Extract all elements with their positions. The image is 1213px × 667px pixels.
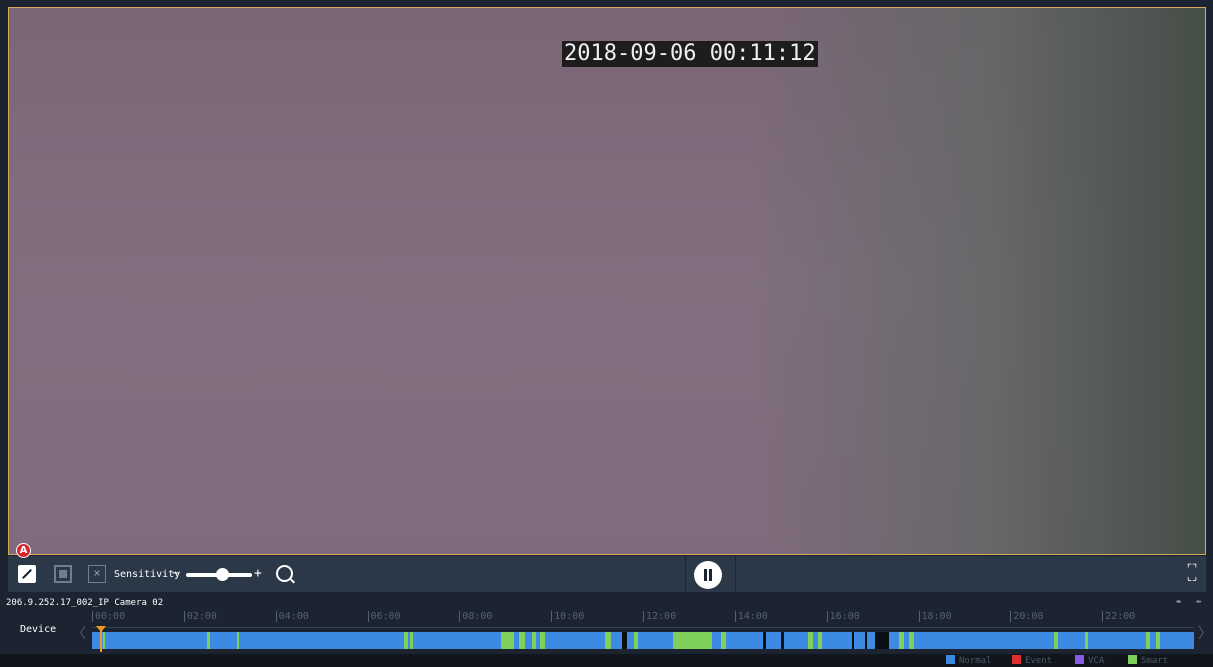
time-tick: 08:00 — [459, 611, 492, 622]
smart-recording-segment[interactable] — [605, 632, 611, 649]
legend-label: Normal — [959, 656, 992, 666]
time-tick: 02:00 — [183, 611, 217, 622]
legend-swatch — [946, 655, 955, 664]
video-player[interactable]: 2018-09-06 00:11:12 — [8, 7, 1206, 555]
legend-item: Smart — [1128, 655, 1168, 667]
smart-recording-segment[interactable] — [519, 632, 525, 649]
legend-item: VCA — [1075, 655, 1104, 667]
recording-bar[interactable] — [92, 632, 1194, 649]
zoom-out-icon[interactable]: ⇼ — [1176, 597, 1181, 607]
smart-recording-segment[interactable] — [633, 632, 639, 649]
smart-recording-segment[interactable] — [818, 632, 823, 649]
smart-recording-segment[interactable] — [409, 632, 414, 649]
legend-label: Event — [1025, 656, 1053, 666]
divider — [735, 556, 736, 592]
smart-recording-segment[interactable] — [899, 632, 904, 649]
legend-item: Event — [1012, 655, 1052, 667]
legend: Normal Event VCA Smart — [0, 654, 1213, 667]
smart-recording-segment[interactable] — [102, 632, 106, 649]
empty-recording-segment[interactable] — [622, 632, 627, 649]
time-tick: 12:00 — [643, 611, 676, 622]
osd-timestamp: 2018-09-06 00:11:12 — [562, 41, 818, 67]
time-tick: 20:00 — [1010, 611, 1043, 622]
smart-recording-segment[interactable] — [1145, 632, 1151, 649]
smart-recording-segment[interactable] — [909, 632, 914, 649]
empty-recording-segment[interactable] — [874, 632, 889, 649]
smart-recording-segment[interactable] — [1053, 632, 1058, 649]
pause-icon[interactable] — [694, 561, 722, 589]
draw-area-icon[interactable] — [18, 565, 36, 583]
ruler-line — [92, 627, 1194, 628]
smart-recording-segment[interactable] — [404, 632, 408, 649]
time-tick: 22:00 — [1102, 611, 1135, 622]
camera-name: 206.9.252.17_002_IP Camera 02 — [6, 598, 164, 608]
legend-item: Normal — [946, 655, 992, 667]
clear-region-icon[interactable]: × — [88, 565, 106, 583]
legend-swatch — [1128, 655, 1137, 664]
empty-recording-segment[interactable] — [780, 632, 784, 649]
legend-label: Smart — [1141, 656, 1169, 666]
select-region-icon[interactable] — [54, 565, 72, 583]
playback-toolbar: × Sensitivity − + ⌜⌝ ⌞⌟ — [8, 556, 1206, 592]
timeline-row-label: Device — [20, 624, 57, 635]
search-icon[interactable] — [276, 565, 293, 582]
legend-swatch — [1075, 655, 1084, 664]
empty-recording-segment[interactable] — [851, 632, 855, 649]
smart-recording-segment[interactable] — [808, 632, 813, 649]
smart-recording-segment[interactable] — [206, 632, 210, 649]
divider — [685, 556, 686, 592]
empty-recording-segment[interactable] — [864, 632, 868, 649]
zoom-in-icon[interactable]: ⇹ — [1196, 597, 1201, 607]
chevron-left-icon[interactable]: 〈 — [72, 623, 86, 643]
time-ruler: 00:00 02:00 04:00 06:00 08:00 10:00 12:00 14:00… — [92, 611, 1194, 627]
legend-swatch — [1012, 655, 1021, 664]
smart-recording-segment[interactable] — [236, 632, 239, 649]
time-tick: 10:00 — [551, 611, 584, 622]
annotation-marker: A — [16, 543, 31, 558]
smart-recording-segment[interactable] — [1084, 632, 1089, 649]
chevron-right-icon[interactable]: 〉 — [1198, 623, 1212, 643]
sensitivity-increase-button[interactable]: + — [254, 566, 262, 581]
smart-recording-segment[interactable] — [500, 632, 515, 649]
sensitivity-slider-handle[interactable] — [216, 568, 230, 581]
smart-recording-segment[interactable] — [721, 632, 726, 649]
sensitivity-label: Sensitivity — [114, 569, 181, 580]
time-tick: 00:00 — [92, 611, 125, 622]
sensitivity-decrease-button[interactable]: − — [172, 566, 180, 581]
fullscreen-icon[interactable]: ⌜⌝ ⌞⌟ — [1184, 563, 1200, 582]
playhead-cursor[interactable] — [95, 626, 106, 652]
time-tick: 04:00 — [275, 611, 309, 622]
smart-recording-segment[interactable] — [531, 632, 537, 649]
time-tick: 16:00 — [826, 611, 860, 622]
time-tick: 14:00 — [734, 611, 768, 622]
legend-label: VCA — [1088, 656, 1105, 666]
smart-recording-segment[interactable] — [672, 632, 712, 649]
empty-recording-segment[interactable] — [763, 632, 767, 649]
time-tick: 06:00 — [367, 611, 401, 622]
timeline: 206.9.252.17_002_IP Camera 02 ⇼ ⇹ Device… — [0, 594, 1213, 654]
smart-recording-segment[interactable] — [1155, 632, 1160, 649]
time-tick: 18:00 — [918, 611, 952, 622]
smart-recording-segment[interactable] — [539, 632, 545, 649]
